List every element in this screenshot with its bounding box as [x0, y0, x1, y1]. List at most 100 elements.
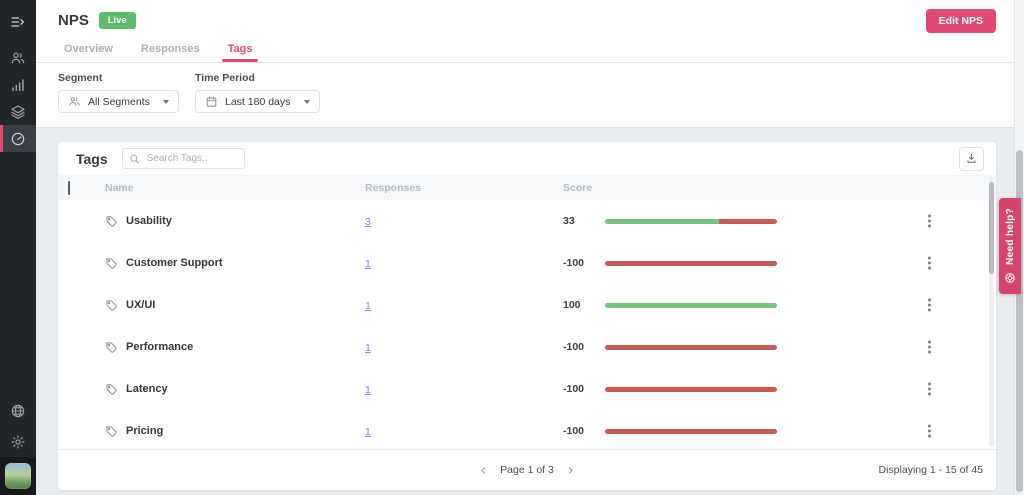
detractors-bar-segment: [605, 344, 777, 350]
sidebar-bottom: [0, 395, 36, 457]
select-all-checkbox[interactable]: [68, 180, 70, 195]
responses-link[interactable]: 1: [365, 258, 371, 270]
sidebar-avatar-section: [0, 457, 36, 495]
tag-name: Usability: [126, 215, 172, 227]
tag-name-cell: Performance: [98, 341, 365, 354]
table-row: Usability 3 33: [58, 200, 996, 242]
score-value: 33: [563, 215, 575, 227]
row-menu-button[interactable]: [924, 253, 935, 274]
segment-label: Segment: [58, 72, 103, 84]
prev-page-button[interactable]: [477, 464, 490, 477]
tab-overview[interactable]: Overview: [62, 39, 115, 62]
score-bar: [605, 260, 790, 266]
tag-icon: [105, 341, 118, 354]
tag-name: Latency: [126, 383, 168, 395]
responses-link[interactable]: 1: [365, 300, 371, 312]
layers-icon[interactable]: [0, 98, 36, 125]
column-header-score: Score: [563, 181, 593, 194]
users-icon: [69, 97, 80, 106]
table-row: Pricing 1 -100: [58, 410, 996, 449]
sidebar-nav: [0, 44, 36, 152]
row-menu-button[interactable]: [924, 421, 935, 442]
score-bar: [605, 302, 790, 308]
chevron-down-icon: [163, 99, 169, 104]
settings-icon[interactable]: [0, 426, 36, 457]
tab-responses[interactable]: Responses: [139, 39, 202, 62]
responses-link[interactable]: 1: [365, 426, 371, 438]
tag-icon: [105, 425, 118, 438]
sidebar: [0, 0, 36, 495]
score-bar: [605, 218, 790, 224]
tag-name-cell: Pricing: [98, 425, 365, 438]
row-menu-button[interactable]: [924, 379, 935, 400]
calendar-icon: [206, 96, 217, 107]
score-bar: [605, 428, 790, 434]
tag-name: Customer Support: [126, 257, 223, 269]
table-row: UX/UI 1 100: [58, 284, 996, 326]
need-help-label: Need help?: [1004, 208, 1016, 265]
menu-toggle-icon[interactable]: [0, 0, 36, 44]
status-badge: Live: [98, 12, 136, 29]
tag-name-cell: Usability: [98, 215, 365, 228]
topbar: NPS Live Edit NPS Overview Responses Tags: [36, 0, 1014, 63]
page-body: Tags Name Responses Score: [36, 128, 1014, 490]
card-header: Tags: [58, 142, 996, 175]
responses-link[interactable]: 1: [365, 342, 371, 354]
tag-name: Pricing: [126, 425, 164, 437]
page-indicator: Page 1 of 3: [500, 464, 554, 476]
help-buoy-icon: [1005, 273, 1015, 283]
tag-icon: [105, 383, 118, 396]
table-scrollbar-thumb[interactable]: [989, 182, 994, 274]
tag-name: Performance: [126, 341, 194, 353]
tabs-nav: Overview Responses Tags: [36, 37, 1014, 62]
row-menu-button[interactable]: [924, 337, 935, 358]
score-value: -100: [563, 341, 585, 353]
next-page-button[interactable]: [564, 464, 577, 477]
table-row: Performance 1 -100: [58, 326, 996, 368]
download-button[interactable]: [959, 146, 984, 171]
score-value: -100: [563, 257, 585, 269]
bar-chart-icon[interactable]: [0, 71, 36, 98]
segment-dropdown[interactable]: All Segments: [58, 90, 179, 113]
tag-name-cell: Latency: [98, 383, 365, 396]
row-menu-button[interactable]: [924, 295, 935, 316]
score-bar: [605, 386, 790, 392]
time-period-label: Time Period: [195, 72, 255, 84]
time-period-value: Last 180 days: [225, 95, 291, 108]
globe-icon[interactable]: [0, 395, 36, 426]
promoters-bar-segment: [605, 218, 720, 224]
column-header-responses: Responses: [365, 181, 422, 194]
time-period-dropdown[interactable]: Last 180 days: [195, 90, 320, 113]
gauge-icon[interactable]: [0, 125, 36, 152]
responses-link[interactable]: 3: [365, 216, 371, 228]
search-icon: [130, 154, 139, 163]
table-scrollbar: [989, 176, 994, 447]
tag-icon: [105, 215, 118, 228]
user-avatar[interactable]: [5, 463, 31, 489]
tag-name-cell: Customer Support: [98, 257, 365, 270]
promoters-bar-segment: [605, 302, 777, 308]
responses-link[interactable]: 1: [365, 384, 371, 396]
detractors-bar-segment: [605, 260, 777, 266]
detractors-bar-segment: [605, 428, 777, 434]
time-period-filter: Time Period Last 180 days: [195, 72, 320, 113]
chevron-down-icon: [304, 99, 310, 104]
score-value: 100: [563, 299, 581, 311]
search-box: [121, 148, 245, 169]
need-help-tab[interactable]: Need help?: [999, 198, 1021, 294]
segment-value: All Segments: [88, 95, 150, 108]
edit-nps-button[interactable]: Edit NPS: [925, 8, 996, 33]
tab-tags[interactable]: Tags: [221, 39, 259, 62]
column-header-name: Name: [105, 181, 134, 194]
search-input[interactable]: [121, 148, 245, 169]
tag-name: UX/UI: [126, 299, 156, 311]
tags-card: Tags Name Responses Score: [58, 142, 996, 490]
row-menu-button[interactable]: [924, 211, 935, 232]
tag-name-cell: UX/UI: [98, 299, 365, 312]
segment-filter: Segment All Segments: [58, 72, 179, 113]
title-row: NPS Live Edit NPS: [36, 0, 1014, 37]
tag-icon: [105, 257, 118, 270]
score-value: -100: [563, 383, 585, 395]
users-icon[interactable]: [0, 44, 36, 71]
